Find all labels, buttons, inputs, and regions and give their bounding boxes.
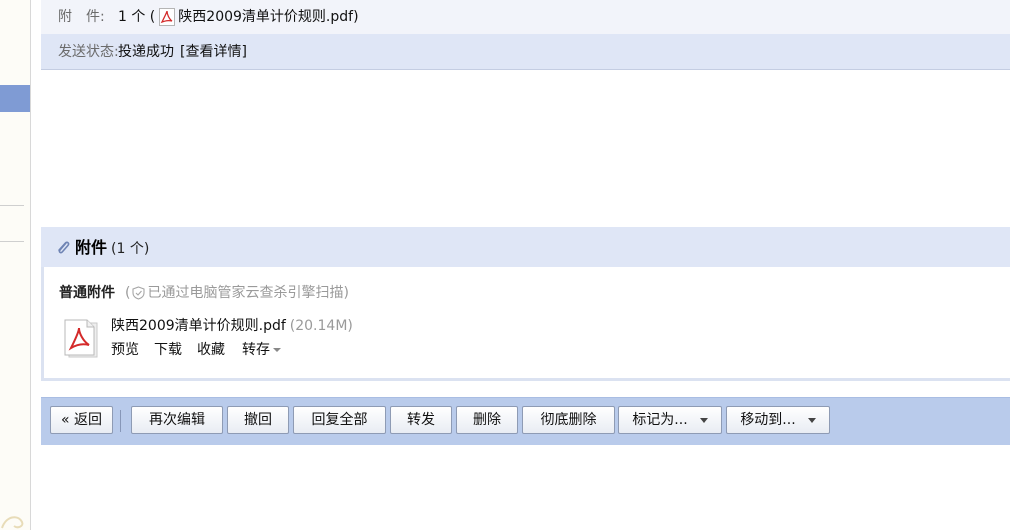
send-status-label: 发送状态: [58,44,119,60]
gutter [31,0,41,530]
attachment-file-size: (20.14M) [289,318,353,334]
attachment-type-label: 普通附件 [59,285,115,301]
toolbar-separator [120,410,121,432]
dropdown-arrow-icon [807,417,816,423]
mark-as-label: 标记为... [632,412,688,428]
paperclip-icon [58,241,70,254]
download-link[interactable]: 下载 [154,340,182,360]
attachment-link[interactable]: 陕西2009清单计价规则.pdf [178,7,353,27]
attachment-file-name-row: 陕西2009清单计价规则.pdf (20.14M) [111,316,353,336]
recall-button[interactable]: 撤回 [227,406,289,434]
mail-action-toolbar: « 返回 再次编辑 撤回 回复全部 转发 删除 彻底删除 标记为... 移动到.… [41,397,1010,445]
attachment-file-actions: 预览 下载 收藏 转存 [111,340,296,360]
forward-button[interactable]: 转发 [390,406,452,434]
attachment-file-name[interactable]: 陕西2009清单计价规则.pdf [111,318,286,334]
attachment-summary: 1 个 ( 陕西2009清单计价规则.pdf ) [118,7,359,27]
preview-link[interactable]: 预览 [111,340,139,360]
sidebar-divider [0,241,24,242]
back-button[interactable]: « 返回 [50,406,113,434]
sidebar-selected-item[interactable] [0,85,30,112]
favorite-link[interactable]: 收藏 [197,340,225,360]
reedit-button[interactable]: 再次编辑 [131,406,223,434]
pdf-icon [159,8,176,26]
chevron-down-icon [273,348,281,352]
pdf-file-icon[interactable] [63,319,99,359]
attachment-label: 附 件: [58,9,105,25]
shield-icon [132,286,146,300]
sidebar-divider [0,205,24,206]
move-to-label: 移动到... [740,412,796,428]
send-status-value-group: 投递成功 [查看详情] [118,42,247,62]
save-to-label: 转存 [242,342,270,358]
dropdown-arrow-icon [699,417,708,423]
attachment-panel-body: 普通附件 ( 已通过电脑管家云查杀引擎扫描) 陕西2009清单计价规则.pdf(… [44,267,1010,378]
attachment-panel: 附件 (1 个) 普通附件 ( 已通过电脑管家云查杀引擎扫描) 陕西2009清单… [41,227,1010,381]
send-status-row: 发送状态: 投递成功 [查看详情] [41,34,1010,70]
mark-as-dropdown[interactable]: 标记为... [618,406,722,434]
move-to-dropdown[interactable]: 移动到... [726,406,830,434]
save-to-dropdown[interactable]: 转存 [242,340,281,360]
attachment-panel-title: 附件 [75,238,108,257]
left-sidebar: 空] 空] [0,0,31,530]
attachment-summary-row: 附 件: 1 个 ( 陕西2009清单计价规则.pdf ) [41,0,1010,34]
attachment-panel-count: (1 个) [111,241,150,257]
decorative-swirl-icon [1,516,24,529]
attachment-panel-header: 附件 (1 个) [41,227,1010,267]
reply-all-button[interactable]: 回复全部 [293,406,386,434]
delete-permanently-button[interactable]: 彻底删除 [522,406,615,434]
view-details-link[interactable]: [查看详情] [180,42,247,62]
delete-button[interactable]: 删除 [456,406,518,434]
scan-status: ( 已通过电脑管家云查杀引擎扫描) [125,285,349,301]
send-status-value: 投递成功 [118,44,174,60]
scan-status-text: 已通过电脑管家云查杀引擎扫描) [147,285,349,301]
